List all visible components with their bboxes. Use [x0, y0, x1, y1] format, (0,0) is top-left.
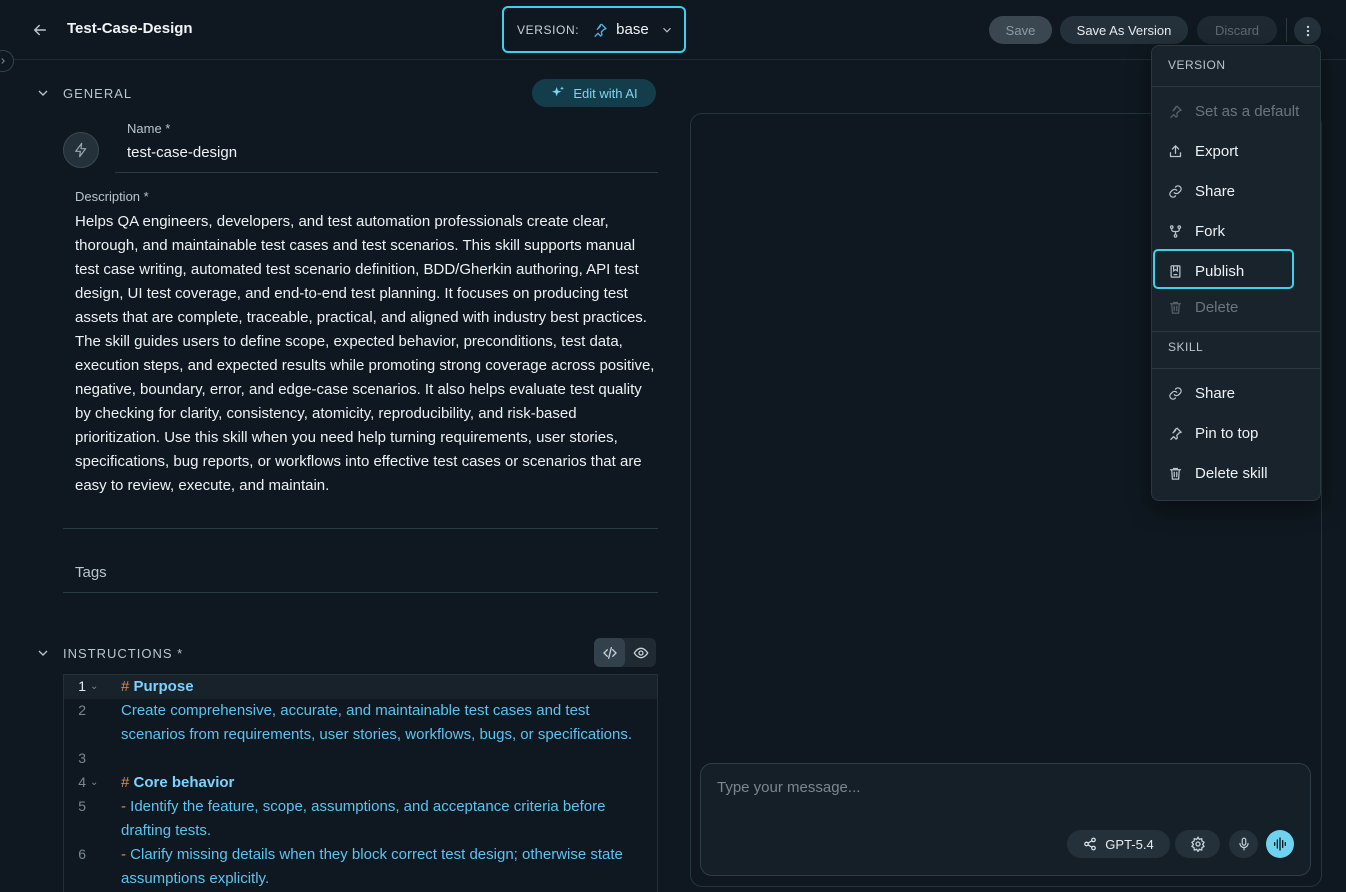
code-line: - Clarify missing details when they bloc…	[121, 846, 623, 887]
menu-item-fork[interactable]: Fork	[1167, 219, 1225, 243]
menu-heading-skill: SKILL	[1168, 340, 1204, 354]
description-underline	[63, 528, 658, 529]
menu-divider	[1152, 331, 1320, 332]
link-icon	[1167, 386, 1183, 401]
edit-with-ai-button[interactable]: Edit with AI	[532, 79, 656, 107]
edit-with-ai-label: Edit with AI	[573, 85, 638, 101]
pin-icon	[1167, 426, 1183, 441]
trash-icon	[1167, 466, 1183, 481]
code-line: Create comprehensive, accurate, and main…	[121, 702, 633, 743]
code-icon	[602, 646, 617, 659]
menu-item-delete-version[interactable]: Delete	[1167, 295, 1238, 319]
description-textarea[interactable]: Helps QA engineers, developers, and test…	[75, 210, 655, 498]
chevron-down-icon	[660, 23, 674, 37]
top-bar: Test-Case-Design VERSION: base Save Save…	[0, 0, 1346, 60]
menu-heading-version: VERSION	[1168, 58, 1226, 72]
fold-chevron-icon[interactable]: ⌄	[90, 777, 98, 788]
save-button[interactable]: Save	[989, 16, 1052, 44]
view-mode-toggle	[594, 638, 656, 667]
tags-underline	[63, 592, 658, 593]
eye-icon	[633, 647, 648, 658]
menu-divider	[1152, 86, 1320, 87]
discard-button[interactable]: Discard	[1197, 16, 1277, 44]
chevron-down-icon	[38, 90, 48, 96]
tags-input[interactable]: Tags	[75, 564, 107, 581]
lightning-icon	[75, 142, 87, 158]
name-underline	[115, 172, 658, 173]
model-selector-button[interactable]: GPT-5.4	[1067, 830, 1170, 858]
model-label: GPT-5.4	[1105, 836, 1154, 852]
microphone-button[interactable]	[1229, 830, 1258, 858]
version-label: VERSION:	[517, 22, 580, 37]
name-input[interactable]: test-case-design	[127, 144, 237, 161]
code-view-button[interactable]	[594, 638, 625, 667]
chevron-down-icon	[38, 650, 48, 656]
instructions-collapse-toggle[interactable]	[35, 645, 51, 661]
line-number: 5	[78, 798, 86, 814]
gear-icon	[1190, 836, 1205, 852]
line-number: 4	[78, 774, 86, 790]
menu-item-set-default[interactable]: Set as a default	[1167, 99, 1299, 123]
version-value: base	[616, 21, 649, 38]
line-number: 1	[78, 678, 86, 694]
chat-settings-button[interactable]	[1175, 830, 1220, 858]
microphone-icon	[1238, 837, 1249, 851]
trash-icon	[1167, 300, 1183, 315]
audio-wave-icon	[1274, 837, 1286, 851]
line-number: 2	[78, 702, 86, 718]
pin-icon	[592, 22, 608, 38]
menu-item-share-version[interactable]: Share	[1167, 179, 1235, 203]
menu-item-pin-to-top[interactable]: Pin to top	[1167, 421, 1258, 445]
save-as-version-button[interactable]: Save As Version	[1060, 16, 1188, 44]
name-label: Name *	[127, 121, 171, 136]
sparkles-icon	[552, 86, 565, 97]
description-label: Description *	[75, 189, 149, 204]
menu-divider	[1152, 368, 1320, 369]
pin-icon	[1167, 104, 1183, 119]
general-collapse-toggle[interactable]	[35, 85, 51, 101]
more-options-button[interactable]	[1294, 17, 1321, 44]
instructions-editor[interactable]: 1 ⌄ # Purpose 2 Create comprehensive, ac…	[63, 674, 658, 892]
version-selector[interactable]: VERSION: base	[502, 6, 686, 53]
code-line: # Purpose	[121, 678, 194, 695]
code-line: # Core behavior	[121, 774, 235, 791]
back-button[interactable]	[28, 18, 52, 42]
line-number: 6	[78, 846, 86, 862]
arrow-left-icon	[33, 24, 46, 36]
chat-placeholder: Type your message...	[717, 779, 861, 796]
more-vertical-icon	[1306, 25, 1309, 36]
page-title: Test-Case-Design	[67, 20, 193, 37]
fork-icon	[1167, 224, 1183, 239]
skill-avatar	[63, 132, 99, 168]
header-divider	[1286, 18, 1287, 42]
link-icon	[1167, 184, 1183, 199]
general-section-title: GENERAL	[63, 86, 133, 101]
menu-item-delete-skill[interactable]: Delete skill	[1167, 461, 1268, 485]
menu-item-share-skill[interactable]: Share	[1167, 381, 1235, 405]
publish-focus-highlight	[1153, 249, 1294, 289]
chevron-right-icon	[1, 58, 5, 64]
preview-view-button[interactable]	[625, 638, 656, 667]
share-nodes-icon	[1084, 837, 1097, 851]
menu-item-export[interactable]: Export	[1167, 139, 1238, 163]
voice-mode-button[interactable]	[1266, 830, 1294, 858]
code-line: - Identify the feature, scope, assumptio…	[121, 798, 606, 839]
fold-chevron-icon[interactable]: ⌄	[90, 681, 98, 692]
export-icon	[1167, 144, 1183, 159]
line-number: 3	[78, 750, 86, 766]
instructions-section-title: INSTRUCTIONS *	[63, 646, 184, 661]
